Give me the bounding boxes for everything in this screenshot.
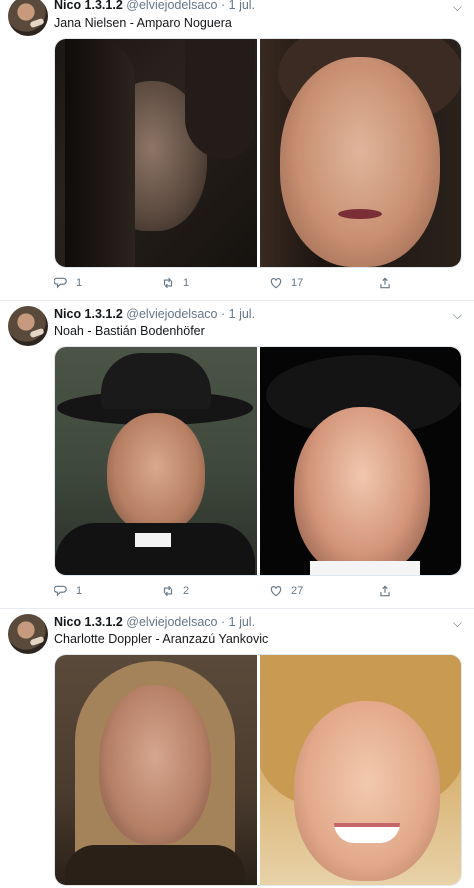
reply-button[interactable]: 1 xyxy=(54,276,82,290)
share-button[interactable] xyxy=(378,584,392,598)
tweet-text: Noah - Bastián Bodenhöfer xyxy=(54,324,205,338)
tweet-date[interactable]: 1 jul. xyxy=(229,307,255,321)
retweet-count: 2 xyxy=(183,585,190,597)
avatar[interactable] xyxy=(8,306,48,346)
photo-right[interactable] xyxy=(259,39,461,267)
photo-left[interactable] xyxy=(55,39,257,267)
author-handle[interactable]: @elviejodelsaco xyxy=(126,0,217,12)
author-name[interactable]: Nico 1.3.1.2 xyxy=(54,307,123,321)
reply-count: 1 xyxy=(76,277,83,289)
photo-left[interactable] xyxy=(55,347,257,575)
share-button[interactable] xyxy=(378,276,392,290)
tweet-media[interactable] xyxy=(54,654,462,886)
tweet-date[interactable]: 1 jul. xyxy=(229,615,255,629)
separator: · xyxy=(220,307,226,321)
tweet-date[interactable]: 1 jul. xyxy=(229,0,255,12)
reply-button[interactable]: 1 xyxy=(54,584,82,598)
tweet[interactable]: Nico 1.3.1.2 @elviejodelsaco · 1 jul. ⌵ … xyxy=(0,0,474,300)
retweet-button[interactable]: 2 xyxy=(161,584,189,598)
separator: · xyxy=(220,0,226,12)
photo-left[interactable] xyxy=(55,655,257,885)
avatar[interactable] xyxy=(8,0,48,36)
share-icon xyxy=(380,585,390,597)
reply-icon xyxy=(54,277,67,289)
tweet[interactable]: Nico 1.3.1.2 @elviejodelsaco · 1 jul. ⌵ … xyxy=(0,300,474,608)
reply-count: 1 xyxy=(76,585,83,597)
retweet-button[interactable]: 1 xyxy=(161,276,189,290)
tweet-media[interactable] xyxy=(54,346,462,576)
separator: · xyxy=(220,615,226,629)
heart-icon xyxy=(270,278,282,289)
retweet-icon xyxy=(163,585,173,597)
chevron-down-icon[interactable]: ⌵ xyxy=(453,308,462,323)
retweet-count: 1 xyxy=(183,277,190,289)
chevron-down-icon[interactable]: ⌵ xyxy=(453,616,462,631)
like-button[interactable]: 27 xyxy=(269,584,303,598)
like-button[interactable]: 17 xyxy=(269,276,303,290)
tweet[interactable]: Nico 1.3.1.2 @elviejodelsaco · 1 jul. ⌵ … xyxy=(0,608,474,888)
tweet-text: Jana Nielsen - Amparo Noguera xyxy=(54,16,232,30)
tweet-header: Nico 1.3.1.2 @elviejodelsaco · 1 jul. xyxy=(54,615,462,630)
author-handle[interactable]: @elviejodelsaco xyxy=(126,615,217,629)
reply-icon xyxy=(54,585,67,597)
tweet-media[interactable] xyxy=(54,38,462,268)
share-icon xyxy=(380,277,390,289)
tweet-text: Charlotte Doppler - Aranzazú Yankovic xyxy=(54,632,269,646)
tweet-header: Nico 1.3.1.2 @elviejodelsaco · 1 jul. xyxy=(54,307,462,322)
tweet-header: Nico 1.3.1.2 @elviejodelsaco · 1 jul. xyxy=(54,0,462,13)
avatar[interactable] xyxy=(8,614,48,654)
retweet-icon xyxy=(163,277,173,289)
chevron-down-icon[interactable]: ⌵ xyxy=(453,0,462,15)
like-count: 27 xyxy=(291,585,304,597)
author-handle[interactable]: @elviejodelsaco xyxy=(126,307,217,321)
photo-right[interactable] xyxy=(259,347,461,575)
author-name[interactable]: Nico 1.3.1.2 xyxy=(54,0,123,12)
heart-icon xyxy=(270,586,282,597)
like-count: 17 xyxy=(291,277,304,289)
photo-right[interactable] xyxy=(259,655,461,885)
author-name[interactable]: Nico 1.3.1.2 xyxy=(54,615,123,629)
